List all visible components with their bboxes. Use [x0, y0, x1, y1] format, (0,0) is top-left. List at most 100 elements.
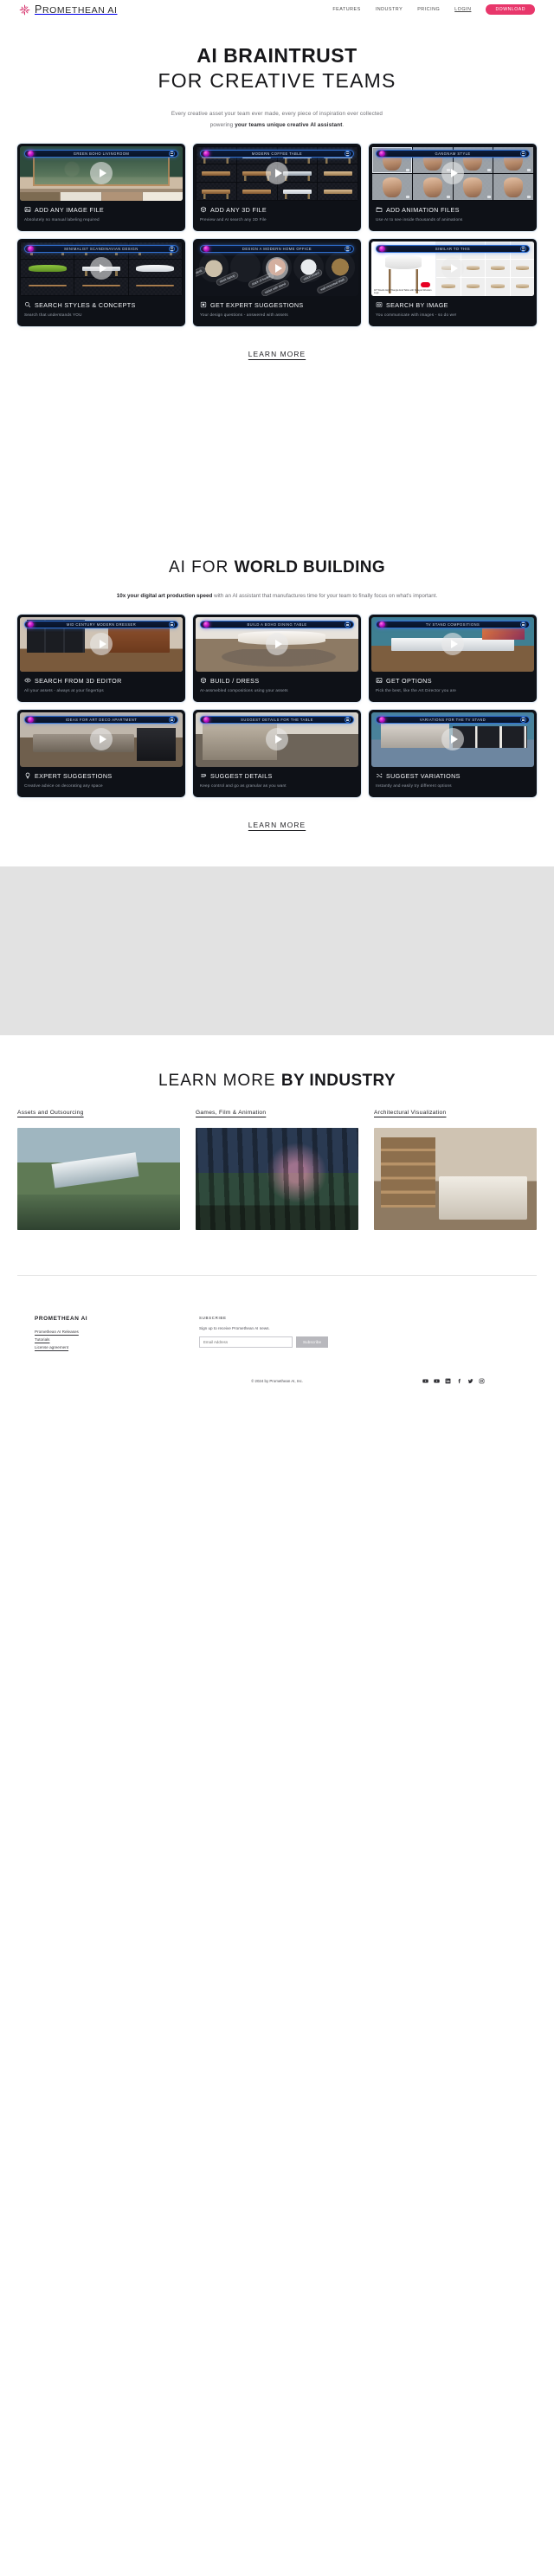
footer-link-releases[interactable]: Promethean AI Releases: [35, 1330, 164, 1334]
card-media[interactable]: Modern Coffee Table: [196, 145, 358, 201]
nav-item-industry[interactable]: Industry: [376, 7, 403, 12]
feature-card[interactable]: 18" Woods High Triangle End Table with S…: [369, 238, 537, 326]
card-media[interactable]: 18" Woods High Triangle End Table with S…: [371, 241, 534, 296]
play-button[interactable]: [90, 728, 113, 751]
card-body: Get Options Pick the best, like the Art …: [371, 672, 534, 699]
promethean-orb-icon: [379, 716, 385, 723]
window-menu-icon[interactable]: [169, 150, 175, 157]
play-button[interactable]: [266, 162, 288, 185]
window-title: Suggest Details For The Table: [241, 717, 313, 722]
download-button[interactable]: Download: [486, 3, 535, 16]
card-subtitle: Absolutely no manual labeling required: [24, 216, 100, 222]
window-menu-icon[interactable]: [345, 245, 351, 252]
world-title-light: AI FOR: [168, 557, 235, 576]
app-window-bar: Similar To This: [376, 244, 530, 253]
feature-card[interactable]: Variations For The TV Stand Suggest Vari…: [369, 709, 537, 797]
nav-item-pricing[interactable]: Pricing: [417, 7, 440, 12]
feature-card[interactable]: Green Boho Livingroom Add Any Image File…: [17, 143, 185, 231]
window-menu-icon[interactable]: [345, 150, 351, 157]
card-body: Build / Dress AI-assmebled compositions …: [196, 672, 358, 699]
card-media[interactable]: Mid Century Modern Dresser: [20, 616, 183, 672]
window-menu-icon[interactable]: [169, 716, 175, 723]
window-menu-icon[interactable]: [345, 621, 351, 628]
card-media[interactable]: Ideas For Art Deco Apartment: [20, 712, 183, 767]
feature-card[interactable]: Ideas For Art Deco Apartment Expert Sugg…: [17, 709, 185, 797]
industry-link-games-film-animation[interactable]: Games, Film & Animation: [196, 1110, 358, 1116]
play-button[interactable]: [441, 728, 464, 751]
social-link-twitter[interactable]: [467, 1378, 473, 1384]
industry-thumbnail[interactable]: [196, 1127, 358, 1230]
window-menu-icon[interactable]: [169, 621, 175, 628]
play-button[interactable]: [266, 728, 288, 751]
play-button[interactable]: [266, 633, 288, 656]
card-media[interactable]: Variations For The TV Stand: [371, 712, 534, 767]
feature-card[interactable]: TV Stand Compositions Get Options Pick t…: [369, 614, 537, 702]
card-title-row: Build / Dress: [200, 677, 354, 685]
window-menu-icon[interactable]: [520, 245, 526, 252]
card-media[interactable]: TV Stand Compositions: [371, 616, 534, 672]
play-button[interactable]: [90, 257, 113, 280]
footer-brand: PROMETHEAN AI: [35, 1315, 88, 1322]
social-link-instagram[interactable]: [479, 1378, 485, 1384]
feature-card[interactable]: Build A Boho Dining Table Build / Dress …: [193, 614, 361, 702]
play-button[interactable]: [441, 633, 464, 656]
card-media[interactable]: Green Boho Livingroom: [20, 145, 183, 201]
play-button[interactable]: [90, 162, 113, 185]
feature-card[interactable]: Modern Coffee Table Add Any 3D File Prev…: [193, 143, 361, 231]
industry-link-assets-and-outsourcing[interactable]: Assets and Outsourcing: [17, 1110, 180, 1116]
feature-card[interactable]: Mid Century Modern Dresser Search From 3…: [17, 614, 185, 702]
world-sub-bold: 10x your digital art production speed: [116, 592, 213, 599]
footer-bottom-bar: © 2024 by Promethean AI, Inc.: [35, 1378, 519, 1384]
play-button[interactable]: [441, 257, 464, 280]
card-title: Add Any 3D File: [210, 205, 267, 214]
card-media[interactable]: desk sleek laptop stack of books tablet …: [196, 241, 358, 296]
nav-item-features[interactable]: Features: [332, 7, 360, 12]
card-subtitle: Preview and AI search any 3D File: [200, 216, 267, 222]
window-menu-icon[interactable]: [169, 245, 175, 252]
card-media[interactable]: Minimalist Scandinavian Design: [20, 241, 183, 296]
play-button[interactable]: [441, 162, 464, 185]
world-title-bold: WORLD BUILDING: [234, 557, 386, 576]
card-title-row: Expert Suggestions: [24, 772, 178, 780]
window-menu-icon[interactable]: [520, 716, 526, 723]
card-media[interactable]: Build A Boho Dining Table: [196, 616, 358, 672]
youtube-icon: [422, 1379, 428, 1383]
feature-card[interactable]: Gangnam Style Add Animation Files Use AI…: [369, 143, 537, 231]
play-button[interactable]: [90, 633, 113, 656]
window-menu-icon[interactable]: [520, 150, 526, 157]
subscribe-button[interactable]: Subscribe: [296, 1336, 329, 1348]
window-menu-icon[interactable]: [520, 621, 526, 628]
card-body: Search By Image You communicate with ima…: [371, 296, 534, 324]
app-window-bar: Variations For The TV Stand: [376, 715, 530, 724]
feature-card[interactable]: desk sleek laptop stack of books tablet …: [193, 238, 361, 326]
card-media[interactable]: Gangnam Style: [371, 145, 534, 201]
social-link-linkedin[interactable]: [445, 1378, 451, 1384]
email-input[interactable]: [199, 1336, 293, 1348]
social-link-facebook[interactable]: [456, 1378, 462, 1384]
social-link-youtube-alt[interactable]: [434, 1378, 440, 1384]
app-window-bar: Green Boho Livingroom: [24, 149, 178, 158]
brand-home-link[interactable]: Promethean AI: [19, 3, 117, 16]
card-media[interactable]: Suggest Details For The Table: [196, 712, 358, 767]
footer-link-tutorials[interactable]: Tutorials: [35, 1337, 164, 1342]
card-subtitle: Pick the best, like the Art Director you…: [376, 687, 457, 692]
app-window-bar: Mid Century Modern Dresser: [24, 620, 178, 628]
industry-thumbnail[interactable]: [17, 1127, 180, 1230]
industry-thumbnail[interactable]: [374, 1127, 537, 1230]
hero-title-line-2: FOR CREATIVE TEAMS: [158, 69, 396, 93]
learn-more-link[interactable]: LEARN MORE: [248, 350, 306, 358]
feature-card[interactable]: Minimalist Scandinavian Design Search St…: [17, 238, 185, 326]
industry-title-bold: BY INDUSTRY: [280, 1071, 396, 1090]
world-building-section: AI FOR WORLD BUILDING 10x your digital a…: [0, 558, 554, 832]
feature-card[interactable]: Suggest Details For The Table Suggest De…: [193, 709, 361, 797]
footer-link-license-agreement[interactable]: License agreement: [35, 1345, 164, 1349]
play-button[interactable]: [266, 257, 288, 280]
learn-more-link[interactable]: LEARN MORE: [248, 821, 306, 829]
social-link-youtube[interactable]: [422, 1378, 428, 1384]
card-title-row: Search By Image: [376, 301, 530, 309]
window-menu-icon[interactable]: [345, 716, 351, 723]
copyright: © 2024 by Promethean AI, Inc.: [251, 1378, 303, 1383]
nav-item-login[interactable]: Login: [454, 7, 471, 12]
industry-link-architectural-visualization[interactable]: Architectural Visualization: [374, 1110, 537, 1116]
primary-nav: Features Industry Pricing Login Download: [332, 3, 535, 16]
